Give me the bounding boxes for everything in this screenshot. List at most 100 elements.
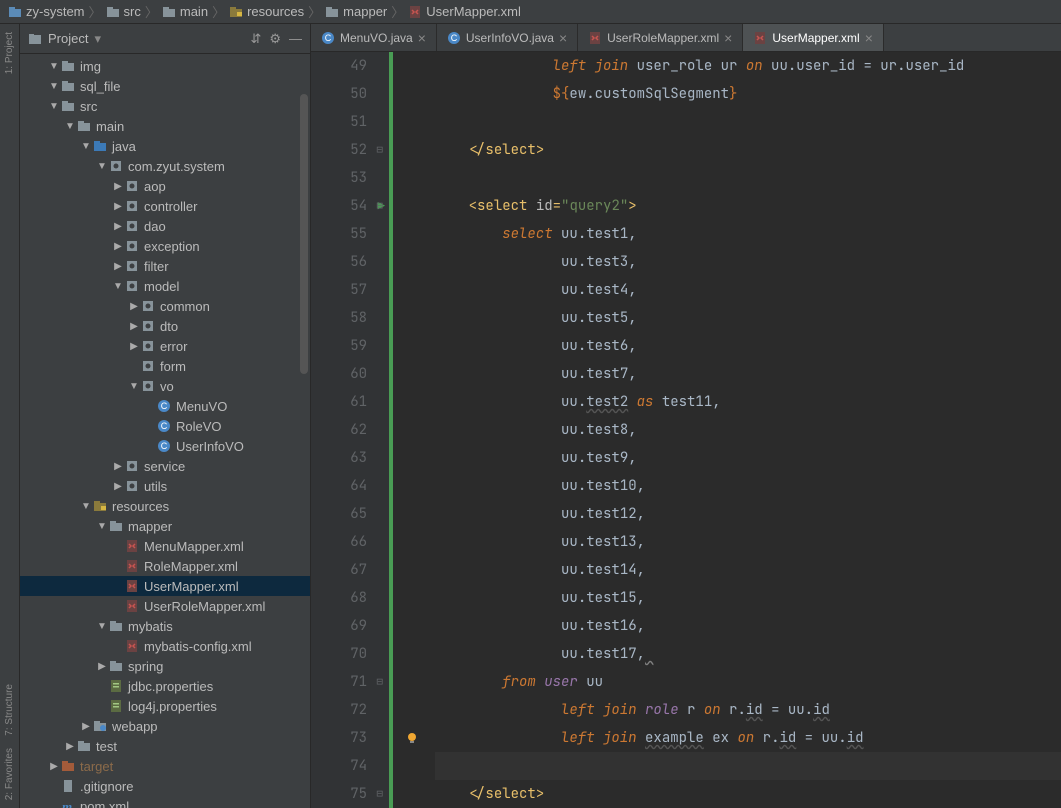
breadcrumb-item[interactable]: src <box>106 4 141 19</box>
code-line[interactable]: uu.test12, <box>435 500 1061 528</box>
editor-tab[interactable]: CUserInfoVO.java× <box>437 24 578 51</box>
editor-tab[interactable]: UserRoleMapper.xml× <box>578 24 743 51</box>
tool-button-project[interactable]: 1: Project <box>4 32 15 74</box>
chevron-right-icon[interactable]: ▶ <box>80 721 92 732</box>
tree-row[interactable]: log4j.properties <box>20 696 310 716</box>
chevron-down-icon[interactable]: ▼ <box>128 381 140 392</box>
code-line[interactable]: uu.test15, <box>435 584 1061 612</box>
code-line[interactable] <box>435 752 1061 780</box>
breadcrumb-item[interactable]: main <box>162 4 208 19</box>
chevron-right-icon[interactable]: ▼ <box>48 81 60 92</box>
code-line[interactable]: from user uu <box>435 668 1061 696</box>
tree-row[interactable]: ▶test <box>20 736 310 756</box>
tree-row[interactable]: RoleMapper.xml <box>20 556 310 576</box>
tree-row[interactable]: ▶aop <box>20 176 310 196</box>
tree-row[interactable]: UserRoleMapper.xml <box>20 596 310 616</box>
tree-row[interactable]: ▼java <box>20 136 310 156</box>
line-number[interactable]: 74 <box>311 752 367 780</box>
chevron-right-icon[interactable]: ▶ <box>112 221 124 232</box>
chevron-right-icon[interactable]: ▶ <box>112 201 124 212</box>
code-line[interactable]: </select> <box>435 780 1061 808</box>
line-number[interactable]: 73 <box>311 724 367 752</box>
tree-row[interactable]: mpom.xml <box>20 796 310 808</box>
line-number[interactable]: 59 <box>311 332 367 360</box>
breadcrumb-item[interactable]: zy-system <box>8 4 85 19</box>
chevron-down-icon[interactable]: ▼ <box>96 521 108 532</box>
chevron-down-icon[interactable]: ▼ <box>64 121 76 132</box>
fold-icon[interactable]: ⊟ <box>376 192 383 220</box>
chevron-down-icon[interactable]: ▼ <box>112 281 124 292</box>
line-number[interactable]: 62 <box>311 416 367 444</box>
tree-row[interactable]: ▼main <box>20 116 310 136</box>
chevron-down-icon[interactable]: ▼ <box>96 621 108 632</box>
tree-row[interactable]: ▼model <box>20 276 310 296</box>
tree-row[interactable]: ▶filter <box>20 256 310 276</box>
tree-row[interactable]: ▼mapper <box>20 516 310 536</box>
code-line[interactable]: uu.test16, <box>435 612 1061 640</box>
code-line[interactable]: </select> <box>435 136 1061 164</box>
close-icon[interactable]: × <box>418 30 426 46</box>
editor-tab[interactable]: CMenuVO.java× <box>311 24 437 51</box>
scrollbar-vertical[interactable] <box>298 54 310 808</box>
gear-icon[interactable]: ⚙ <box>269 31 281 47</box>
close-icon[interactable]: × <box>865 30 873 46</box>
tree-row[interactable]: ▶utils <box>20 476 310 496</box>
line-number[interactable]: 50 <box>311 80 367 108</box>
line-number[interactable]: 72 <box>311 696 367 724</box>
line-number[interactable]: 58 <box>311 304 367 332</box>
line-number[interactable]: 53 <box>311 164 367 192</box>
tree-row[interactable]: CUserInfoVO <box>20 436 310 456</box>
fold-icon[interactable]: ⊟ <box>376 668 383 696</box>
expand-all-icon[interactable]: ⇵ <box>250 31 261 47</box>
code-line[interactable]: uu.test2 as test11, <box>435 388 1061 416</box>
close-icon[interactable]: × <box>724 30 732 46</box>
code-line[interactable]: left join user_role ur on uu.user_id = u… <box>435 52 1061 80</box>
breadcrumb-item[interactable]: resources <box>229 4 304 19</box>
code-area[interactable]: left join user_role ur on uu.user_id = u… <box>393 52 1061 808</box>
chevron-right-icon[interactable]: ▼ <box>48 61 60 72</box>
code-line[interactable]: uu.test13, <box>435 528 1061 556</box>
hide-panel-icon[interactable]: — <box>289 31 302 47</box>
tree-row[interactable]: CRoleVO <box>20 416 310 436</box>
tree-row[interactable]: UserMapper.xml <box>20 576 310 596</box>
tree-row[interactable]: form <box>20 356 310 376</box>
chevron-down-icon[interactable]: ▼ <box>48 101 60 112</box>
tree-row[interactable]: CMenuVO <box>20 396 310 416</box>
line-number[interactable]: 64 <box>311 472 367 500</box>
scrollbar-thumb[interactable] <box>300 94 308 374</box>
line-number[interactable]: 65 <box>311 500 367 528</box>
tree-row[interactable]: ▶target <box>20 756 310 776</box>
tree-row[interactable]: ▶dao <box>20 216 310 236</box>
line-number[interactable]: 61 <box>311 388 367 416</box>
line-number[interactable]: 63 <box>311 444 367 472</box>
tree-row[interactable]: ▼com.zyut.system <box>20 156 310 176</box>
tree-row[interactable]: .gitignore <box>20 776 310 796</box>
project-view-selector[interactable]: Project ▾ <box>28 31 250 47</box>
code-line[interactable]: uu.test6, <box>435 332 1061 360</box>
code-line[interactable]: ${ew.customSqlSegment} <box>435 80 1061 108</box>
chevron-right-icon[interactable]: ▶ <box>112 261 124 272</box>
code-line[interactable]: uu.test4, <box>435 276 1061 304</box>
breadcrumb-item[interactable]: UserMapper.xml <box>408 4 521 19</box>
chevron-right-icon[interactable]: ▶ <box>128 301 140 312</box>
code-editor[interactable]: 49505152⊟5354▶⊟5556575859606162636465666… <box>311 52 1061 808</box>
line-number[interactable]: 54▶⊟ <box>311 192 367 220</box>
tree-row[interactable]: ▼resources <box>20 496 310 516</box>
chevron-right-icon[interactable]: ▶ <box>48 761 60 772</box>
chevron-right-icon[interactable]: ▶ <box>64 741 76 752</box>
tree-row[interactable]: mybatis-config.xml <box>20 636 310 656</box>
chevron-right-icon[interactable]: ▶ <box>112 181 124 192</box>
chevron-right-icon[interactable]: ▶ <box>112 241 124 252</box>
chevron-right-icon[interactable]: ▶ <box>96 661 108 672</box>
close-icon[interactable]: × <box>559 30 567 46</box>
line-number[interactable]: 69 <box>311 612 367 640</box>
line-number[interactable]: 75⊟ <box>311 780 367 808</box>
editor-tab[interactable]: UserMapper.xml× <box>743 24 884 51</box>
line-number[interactable]: 49 <box>311 52 367 80</box>
chevron-down-icon[interactable]: ▼ <box>96 161 108 172</box>
code-line[interactable]: uu.test9, <box>435 444 1061 472</box>
project-tree[interactable]: ▼img▼sql_file▼src▼main▼java▼com.zyut.sys… <box>20 54 310 808</box>
tree-row[interactable]: ▶spring <box>20 656 310 676</box>
code-line[interactable]: uu.test5, <box>435 304 1061 332</box>
code-line[interactable]: uu.test10, <box>435 472 1061 500</box>
